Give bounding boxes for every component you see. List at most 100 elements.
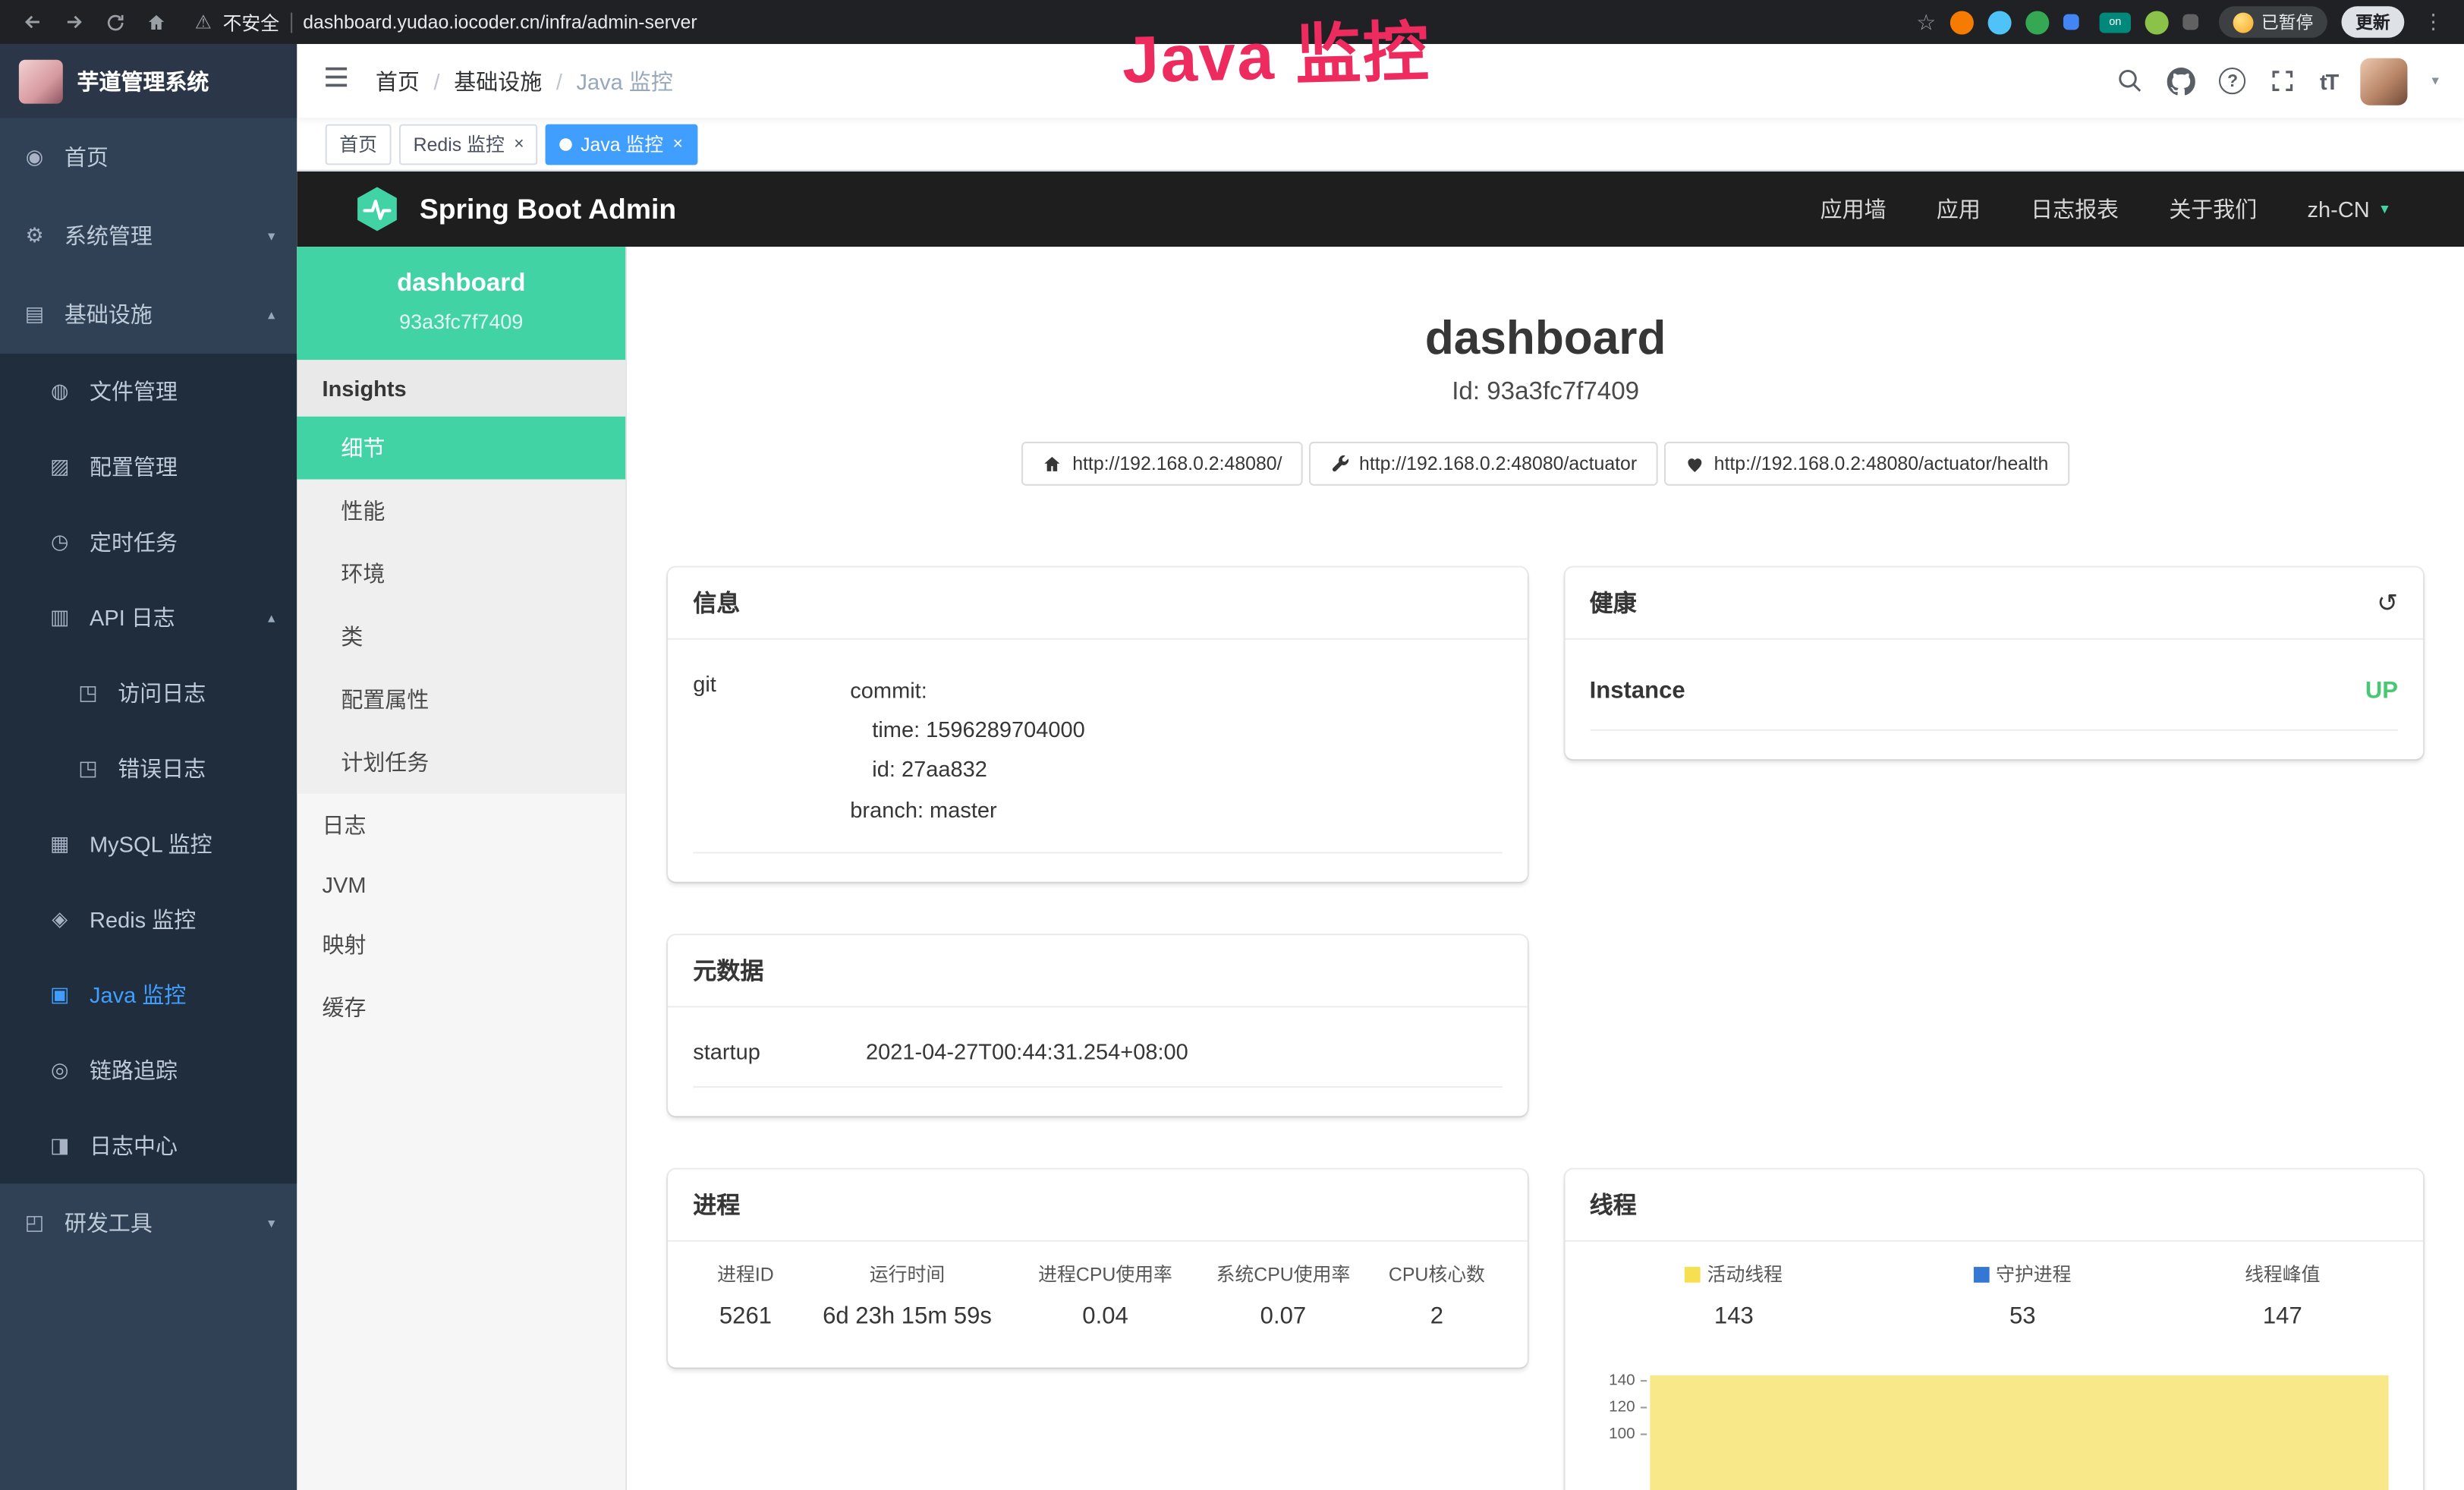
github-icon[interactable] bbox=[2167, 67, 2195, 95]
sba-nav-applications[interactable]: 应用 bbox=[1937, 194, 1981, 225]
info-git-label: git bbox=[693, 671, 850, 830]
search-icon[interactable] bbox=[2117, 68, 2144, 94]
health-card: 健康 ↺ Instance UP bbox=[1564, 568, 2423, 760]
extension-icon-puzzle[interactable] bbox=[2182, 14, 2198, 30]
update-button[interactable]: 更新 bbox=[2341, 6, 2404, 37]
extension-icon-grid[interactable] bbox=[2063, 14, 2079, 30]
service-url-link[interactable]: http://192.168.0.2:48080/ bbox=[1022, 442, 1303, 486]
legend-live-threads: 活动线程 bbox=[1590, 1248, 1878, 1290]
chevron-down-icon: ▾ bbox=[2381, 200, 2388, 218]
sidebar-item-config-management[interactable]: ▨ 配置管理 bbox=[0, 429, 297, 504]
home-icon[interactable] bbox=[138, 5, 173, 39]
hamburger-icon[interactable] bbox=[323, 65, 351, 97]
update-button-label: 更新 bbox=[2355, 9, 2390, 34]
tab-label: 首页 bbox=[339, 131, 377, 157]
avatar-caret-icon[interactable]: ▾ bbox=[2431, 72, 2438, 90]
sba-nav-journal[interactable]: 日志报表 bbox=[2031, 194, 2119, 225]
legend-label: 活动线程 bbox=[1707, 1263, 1783, 1285]
actuator-url-link[interactable]: http://192.168.0.2:48080/actuator bbox=[1309, 442, 1657, 486]
sidebar-item-log-center[interactable]: ◨ 日志中心 bbox=[0, 1108, 297, 1183]
address-bar[interactable]: ⚠ 不安全 dashboard.yudao.iocoder.cn/infra/a… bbox=[195, 8, 697, 35]
reload-icon[interactable] bbox=[97, 5, 132, 39]
sba-item-scheduled-tasks[interactable]: 计划任务 bbox=[297, 731, 625, 794]
sidebar-item-trace[interactable]: ◎ 链路追踪 bbox=[0, 1033, 297, 1108]
log-center-icon: ◨ bbox=[47, 1133, 72, 1158]
header-actions: ? tT ▾ bbox=[2117, 58, 2439, 105]
bookmark-star-icon[interactable]: ☆ bbox=[1916, 8, 1936, 35]
health-url-link[interactable]: http://192.168.0.2:48080/actuator/health bbox=[1663, 442, 2069, 486]
sidebar-item-error-logs[interactable]: ◳ 错误日志 bbox=[0, 731, 297, 806]
font-size-icon[interactable]: tT bbox=[2320, 68, 2337, 93]
sba-nav-wallboard[interactable]: 应用墙 bbox=[1820, 194, 1887, 225]
breadcrumb-infrastructure[interactable]: 基础设施 bbox=[454, 65, 542, 96]
metadata-startup-value: 2021-04-27T00:44:31.254+08:00 bbox=[866, 1038, 1188, 1063]
breadcrumb-home[interactable]: 首页 bbox=[376, 65, 420, 96]
sidebar-item-dev-tools[interactable]: ◰ 研发工具 ▾ bbox=[0, 1183, 297, 1262]
sba-item-environment[interactable]: 环境 bbox=[297, 542, 625, 605]
url-text[interactable]: dashboard.yudao.iocoder.cn/infra/admin-s… bbox=[303, 11, 697, 33]
back-icon[interactable] bbox=[16, 5, 51, 39]
sba-locale-select[interactable]: zh-CN ▾ bbox=[2308, 197, 2389, 222]
profile-avatar-emoji bbox=[2233, 12, 2254, 33]
sba-nav-about[interactable]: 关于我们 bbox=[2169, 194, 2257, 225]
sidebar-item-file-management[interactable]: ◍ 文件管理 bbox=[0, 354, 297, 429]
history-icon[interactable]: ↺ bbox=[2377, 587, 2398, 618]
sidebar-item-scheduled-jobs[interactable]: ◷ 定时任务 bbox=[0, 505, 297, 580]
sba-insights-menu: 细节 性能 环境 类 配置属性 计划任务 bbox=[297, 417, 625, 794]
close-icon[interactable]: × bbox=[514, 134, 524, 153]
sba-insights-label: Insights bbox=[297, 360, 625, 417]
app-menu: ◉ 首页 ⚙ 系统管理 ▾ ▤ 基础设施 ▴ ◍ 文件管理 bbox=[0, 118, 297, 1490]
service-url-label: http://192.168.0.2:48080/ bbox=[1072, 452, 1282, 474]
profile-paused-badge[interactable]: 已暂停 bbox=[2219, 6, 2327, 37]
forward-icon[interactable] bbox=[57, 5, 92, 39]
extension-icon-drop[interactable] bbox=[1988, 10, 2012, 33]
sba-item-classes[interactable]: 类 bbox=[297, 605, 625, 668]
process-uptime-value: 6d 23h 15m 59s bbox=[798, 1290, 1017, 1339]
sba-item-jvm[interactable]: JVM bbox=[297, 857, 625, 914]
health-card-title: 健康 bbox=[1590, 586, 1637, 619]
tab-home[interactable]: 首页 bbox=[326, 124, 392, 165]
info-card: 信息 git commit: time: 1596289704000 id: 2… bbox=[668, 568, 1527, 882]
help-icon[interactable]: ? bbox=[2219, 68, 2245, 94]
sidebar-item-infrastructure[interactable]: ▤ 基础设施 ▴ bbox=[0, 275, 297, 354]
tick-mark bbox=[1640, 1407, 1646, 1408]
sba-instance-header[interactable]: dashboard 93a3fc7f7409 bbox=[297, 247, 625, 360]
sidebar-item-java-monitor[interactable]: ▣ Java 监控 bbox=[0, 957, 297, 1032]
sba-item-mappings[interactable]: 映射 bbox=[297, 913, 625, 976]
extension-icon-orange[interactable] bbox=[1950, 10, 1974, 33]
sidebar-item-mysql-monitor[interactable]: ▦ MySQL 监控 bbox=[0, 806, 297, 881]
sidebar-item-redis-monitor[interactable]: ◈ Redis 监控 bbox=[0, 882, 297, 957]
sba-brand-title[interactable]: Spring Boot Admin bbox=[420, 193, 676, 225]
close-icon[interactable]: × bbox=[673, 134, 683, 153]
sba-item-metrics[interactable]: 性能 bbox=[297, 480, 625, 543]
sidebar-item-access-logs[interactable]: ◳ 访问日志 bbox=[0, 656, 297, 731]
tab-redis-monitor[interactable]: Redis 监控 × bbox=[399, 124, 538, 165]
sba-item-logs[interactable]: 日志 bbox=[297, 794, 625, 857]
cards-grid: 信息 git commit: time: 1596289704000 id: 2… bbox=[627, 568, 2464, 1490]
sidebar-item-label: 研发工具 bbox=[65, 1207, 153, 1238]
extension-icon-green[interactable] bbox=[2025, 10, 2049, 33]
legend-daemon-threads: 守护进程 bbox=[1878, 1248, 2167, 1290]
sidebar-item-label: 文件管理 bbox=[90, 376, 178, 407]
extension-icon-leaf[interactable] bbox=[2145, 10, 2169, 33]
git-commit-line: commit: bbox=[850, 671, 1084, 710]
sidebar-item-home[interactable]: ◉ 首页 bbox=[0, 118, 297, 197]
fullscreen-icon[interactable] bbox=[2270, 68, 2296, 94]
app-logo[interactable]: 芋道管理系统 bbox=[0, 44, 297, 118]
threads-legend-table: 活动线程 守护进程 线程峰值 143 53 147 bbox=[1590, 1248, 2398, 1339]
security-warning-icon: ⚠ bbox=[195, 11, 212, 33]
redis-icon: ◈ bbox=[47, 907, 72, 932]
sba-item-config-props[interactable]: 配置属性 bbox=[297, 668, 625, 731]
tab-java-monitor[interactable]: Java 监控 × bbox=[546, 124, 697, 165]
browser-menu-icon[interactable]: ⋮ bbox=[2418, 9, 2448, 34]
sidebar-item-label: MySQL 监控 bbox=[90, 828, 212, 859]
sba-item-details[interactable]: 细节 bbox=[297, 417, 625, 480]
sidebar-item-api-logs[interactable]: ▥ API 日志 ▴ bbox=[0, 580, 297, 655]
extension-icon-on-switch[interactable]: on bbox=[2100, 12, 2131, 33]
health-url-label: http://192.168.0.2:48080/actuator/health bbox=[1714, 452, 2049, 474]
user-avatar[interactable] bbox=[2361, 58, 2408, 105]
infrastructure-submenu: ◍ 文件管理 ▨ 配置管理 ◷ 定时任务 ▥ API 日志 ▴ bbox=[0, 354, 297, 1183]
sidebar-item-label: 定时任务 bbox=[90, 527, 178, 558]
sidebar-item-system-management[interactable]: ⚙ 系统管理 ▾ bbox=[0, 197, 297, 276]
sba-item-caches[interactable]: 缓存 bbox=[297, 976, 625, 1039]
